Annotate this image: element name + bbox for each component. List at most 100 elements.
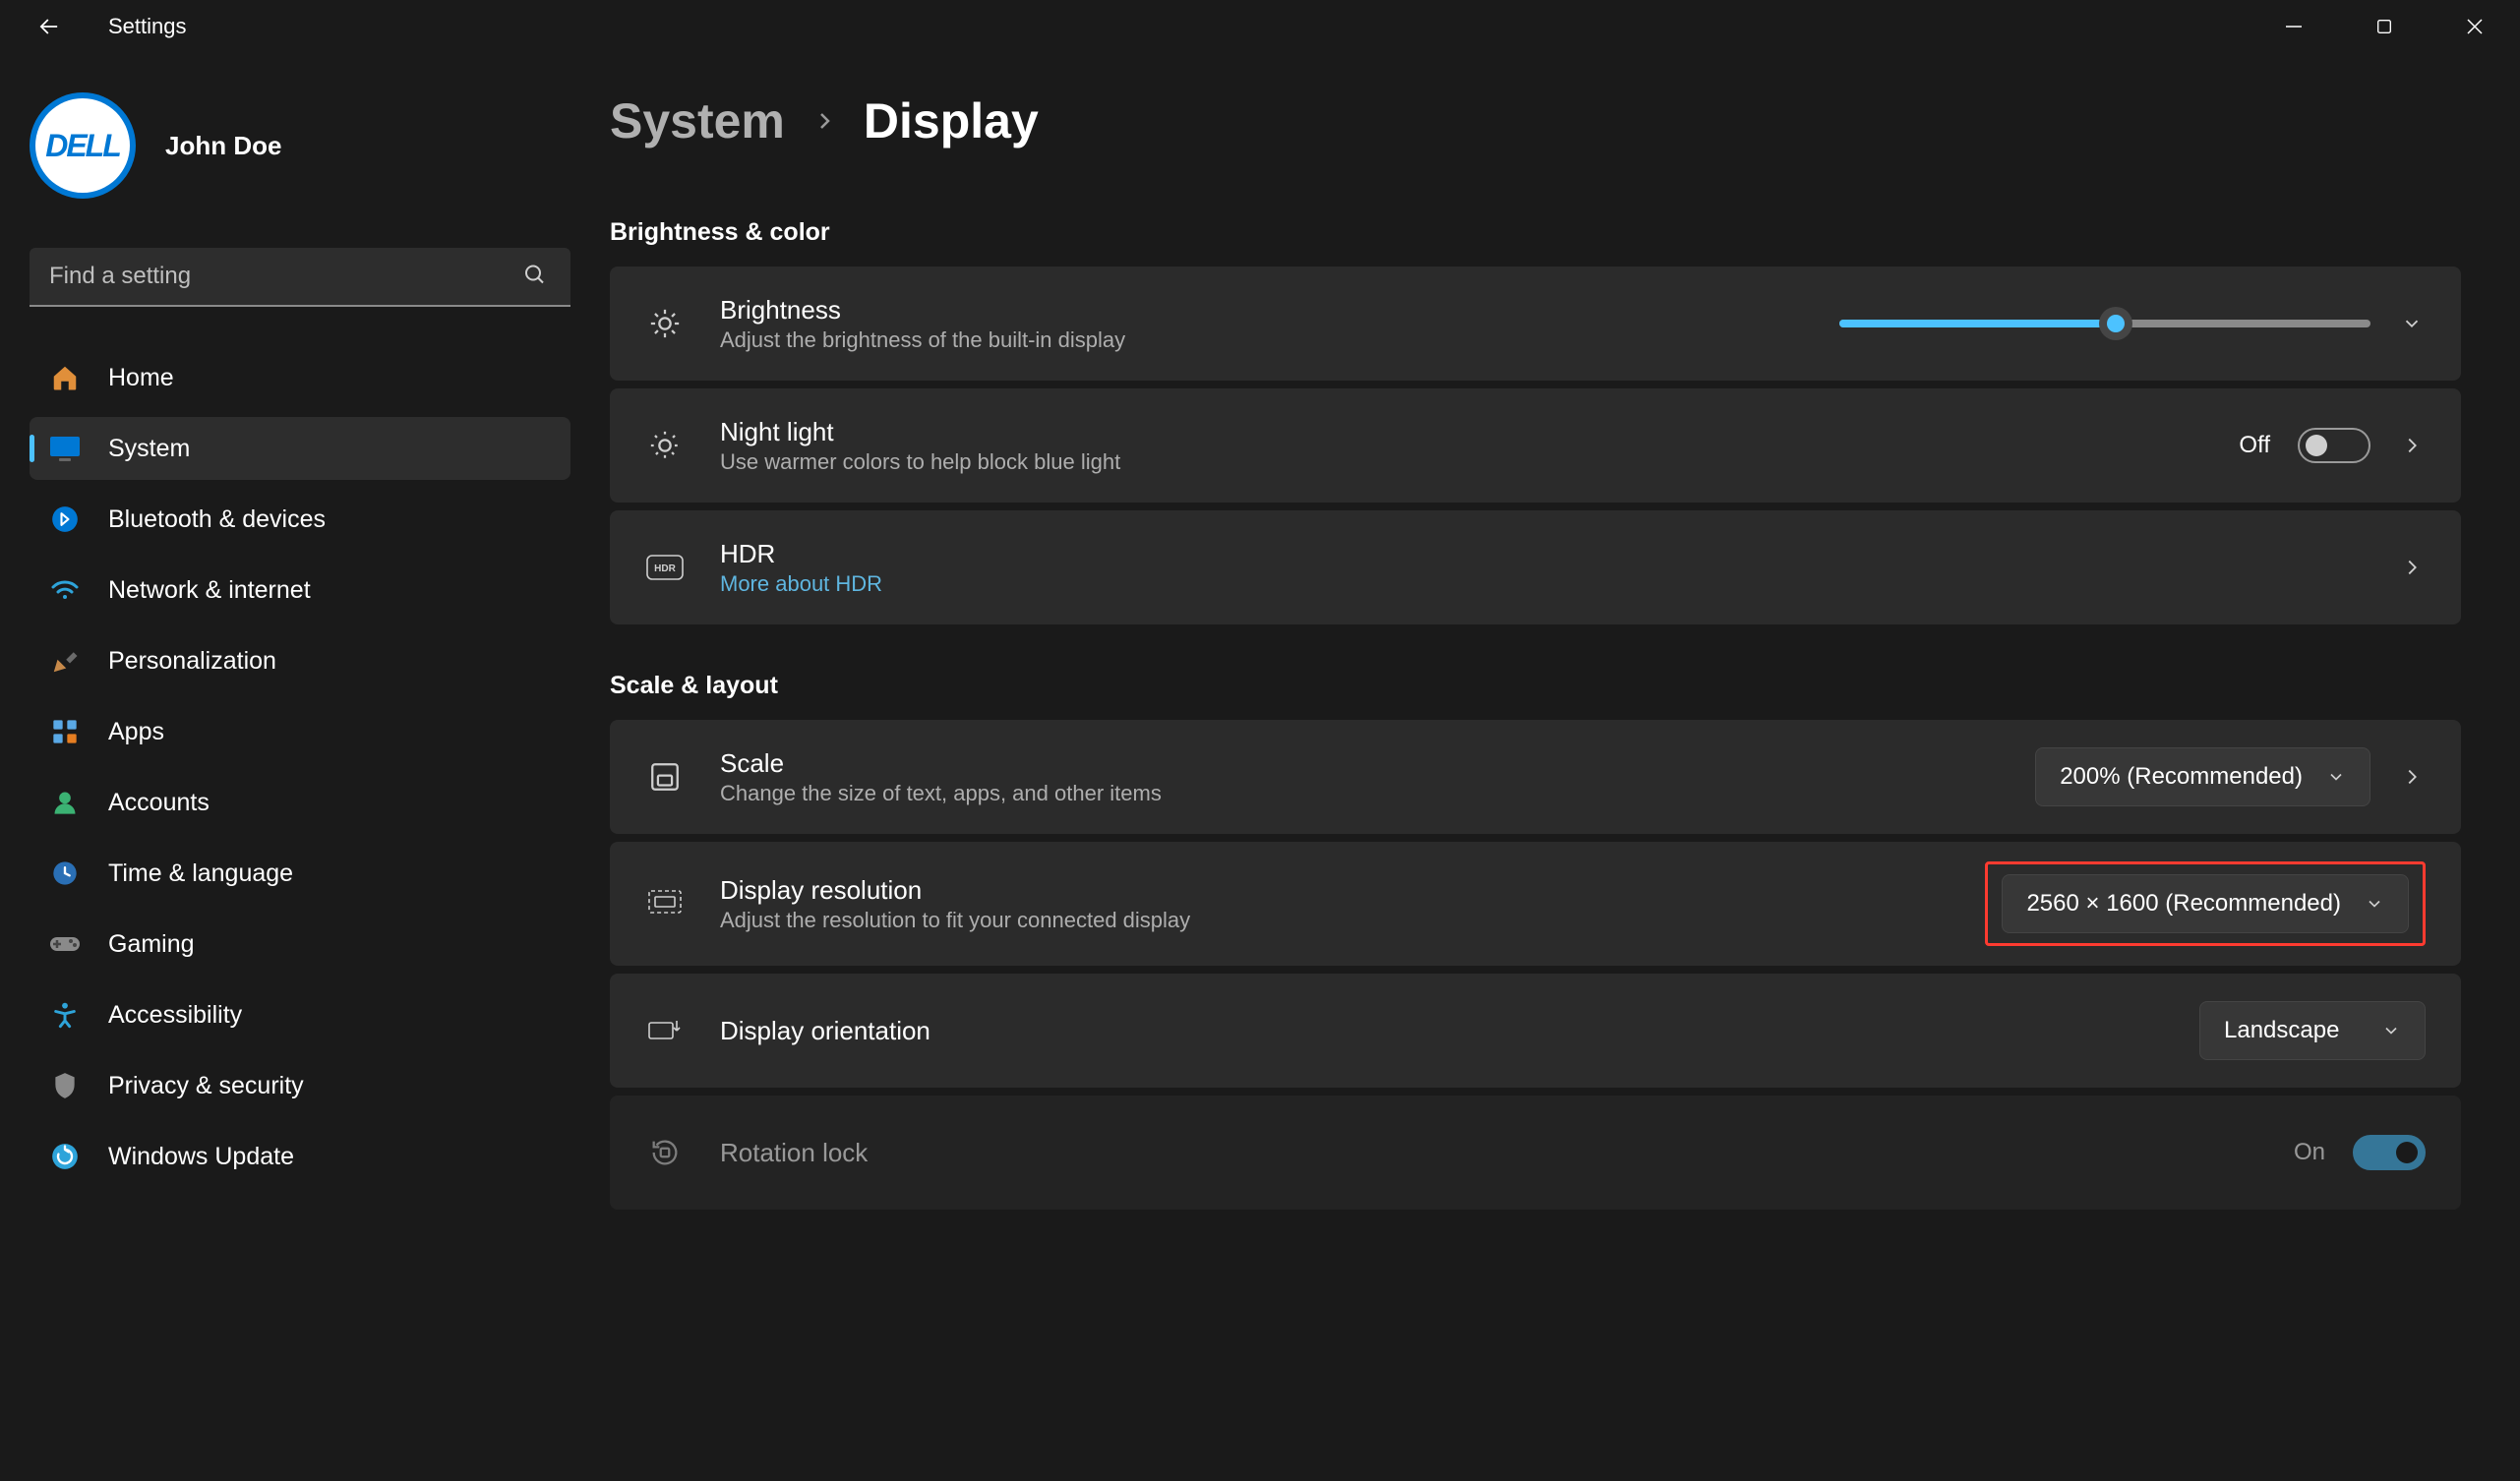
highlight-box: 2560 × 1600 (Recommended)	[1985, 861, 2426, 946]
card-title: Rotation lock	[720, 1138, 2258, 1168]
minimize-button[interactable]	[2249, 0, 2339, 53]
resolution-dropdown[interactable]: 2560 × 1600 (Recommended)	[2002, 874, 2409, 933]
section-scale-layout: Scale & layout Scale Change the size of …	[610, 672, 2461, 1210]
system-icon	[49, 433, 81, 464]
accounts-icon	[49, 787, 81, 818]
sidebar: DELL John Doe Home System	[0, 53, 600, 1481]
window-controls	[2249, 0, 2520, 53]
card-title: Display orientation	[720, 1016, 2164, 1046]
chevron-right-icon[interactable]	[2398, 554, 2426, 581]
maximize-button[interactable]	[2339, 0, 2430, 53]
chevron-right-icon[interactable]	[2398, 432, 2426, 459]
nav-system[interactable]: System	[30, 417, 570, 480]
search-input[interactable]	[30, 248, 570, 307]
nav-label: Apps	[108, 718, 164, 746]
nightlight-icon	[645, 426, 685, 465]
card-orientation[interactable]: Display orientation Landscape	[610, 974, 2461, 1088]
nav-label: Privacy & security	[108, 1072, 304, 1100]
nav-accounts[interactable]: Accounts	[30, 771, 570, 834]
hdr-icon: HDR	[645, 548, 685, 587]
card-title: Brightness	[720, 295, 1804, 326]
nav-privacy[interactable]: Privacy & security	[30, 1054, 570, 1117]
nav-accessibility[interactable]: Accessibility	[30, 983, 570, 1046]
nightlight-toggle[interactable]	[2298, 428, 2370, 463]
page-title: Display	[864, 92, 1039, 149]
update-icon	[49, 1141, 81, 1172]
dropdown-value: 200% (Recommended)	[2060, 763, 2303, 791]
card-scale[interactable]: Scale Change the size of text, apps, and…	[610, 720, 2461, 834]
avatar-text: DELL	[45, 128, 120, 164]
nav-bluetooth[interactable]: Bluetooth & devices	[30, 488, 570, 551]
orientation-dropdown[interactable]: Landscape	[2199, 1001, 2426, 1060]
card-nightlight[interactable]: Night light Use warmer colors to help bl…	[610, 388, 2461, 503]
gaming-icon	[49, 928, 81, 960]
home-icon	[49, 362, 81, 393]
nav-label: Time & language	[108, 859, 293, 888]
user-profile[interactable]: DELL John Doe	[30, 92, 570, 199]
nav-network[interactable]: Network & internet	[30, 559, 570, 622]
toggle-label: Off	[2239, 432, 2270, 459]
close-button[interactable]	[2430, 0, 2520, 53]
card-subtitle: Change the size of text, apps, and other…	[720, 781, 2000, 806]
network-icon	[49, 574, 81, 606]
nav-personalization[interactable]: Personalization	[30, 629, 570, 692]
dropdown-value: Landscape	[2224, 1017, 2339, 1044]
nav-label: Gaming	[108, 930, 195, 959]
nav-label: Personalization	[108, 647, 276, 676]
back-button[interactable]	[30, 7, 69, 46]
card-subtitle: Use warmer colors to help block blue lig…	[720, 449, 2203, 475]
personalization-icon	[49, 645, 81, 677]
nav-label: System	[108, 435, 190, 463]
section-title: Scale & layout	[610, 672, 2461, 700]
nav-apps[interactable]: Apps	[30, 700, 570, 763]
dropdown-value: 2560 × 1600 (Recommended)	[2026, 890, 2341, 918]
card-brightness[interactable]: Brightness Adjust the brightness of the …	[610, 267, 2461, 381]
nav-time[interactable]: Time & language	[30, 842, 570, 905]
avatar: DELL	[30, 92, 136, 199]
time-icon	[49, 858, 81, 889]
brightness-icon	[645, 304, 685, 343]
nav-update[interactable]: Windows Update	[30, 1125, 570, 1188]
privacy-icon	[49, 1070, 81, 1101]
rotation-lock-toggle	[2353, 1135, 2426, 1170]
scale-icon	[645, 757, 685, 797]
card-subtitle: Adjust the resolution to fit your connec…	[720, 908, 1950, 933]
titlebar: Settings	[0, 0, 2520, 53]
nav-label: Network & internet	[108, 576, 311, 605]
card-rotation-lock: Rotation lock On	[610, 1096, 2461, 1210]
nav-label: Accounts	[108, 789, 210, 817]
breadcrumb-parent[interactable]: System	[610, 92, 785, 149]
nav-label: Home	[108, 364, 174, 392]
card-title: Scale	[720, 748, 2000, 779]
window-title: Settings	[108, 14, 187, 39]
toggle-label: On	[2294, 1139, 2325, 1166]
nav-label: Bluetooth & devices	[108, 505, 326, 534]
orientation-icon	[645, 1011, 685, 1050]
card-hdr[interactable]: HDR HDR More about HDR	[610, 510, 2461, 624]
chevron-right-icon[interactable]	[2398, 763, 2426, 791]
card-subtitle: Adjust the brightness of the built-in di…	[720, 327, 1804, 353]
search-icon	[523, 264, 547, 292]
nav-gaming[interactable]: Gaming	[30, 913, 570, 976]
chevron-right-icon	[812, 100, 836, 142]
nav-label: Accessibility	[108, 1001, 242, 1030]
search-wrap	[30, 248, 570, 307]
scale-dropdown[interactable]: 200% (Recommended)	[2035, 747, 2370, 806]
nav: Home System Bluetooth & devices Network …	[30, 346, 570, 1188]
accessibility-icon	[49, 999, 81, 1031]
main: System Display Brightness & color Bright…	[600, 53, 2520, 1481]
chevron-down-icon[interactable]	[2398, 310, 2426, 337]
nav-label: Windows Update	[108, 1143, 294, 1171]
card-title: HDR	[720, 539, 2363, 569]
rotation-lock-icon	[645, 1133, 685, 1172]
section-brightness-color: Brightness & color Brightness Adjust the…	[610, 218, 2461, 624]
nav-home[interactable]: Home	[30, 346, 570, 409]
card-resolution[interactable]: Display resolution Adjust the resolution…	[610, 842, 2461, 966]
resolution-icon	[645, 884, 685, 923]
card-title: Night light	[720, 417, 2203, 447]
breadcrumb: System Display	[610, 92, 2461, 149]
hdr-link[interactable]: More about HDR	[720, 571, 2363, 597]
section-title: Brightness & color	[610, 218, 2461, 247]
brightness-slider[interactable]	[1839, 320, 2370, 327]
username: John Doe	[165, 131, 281, 161]
